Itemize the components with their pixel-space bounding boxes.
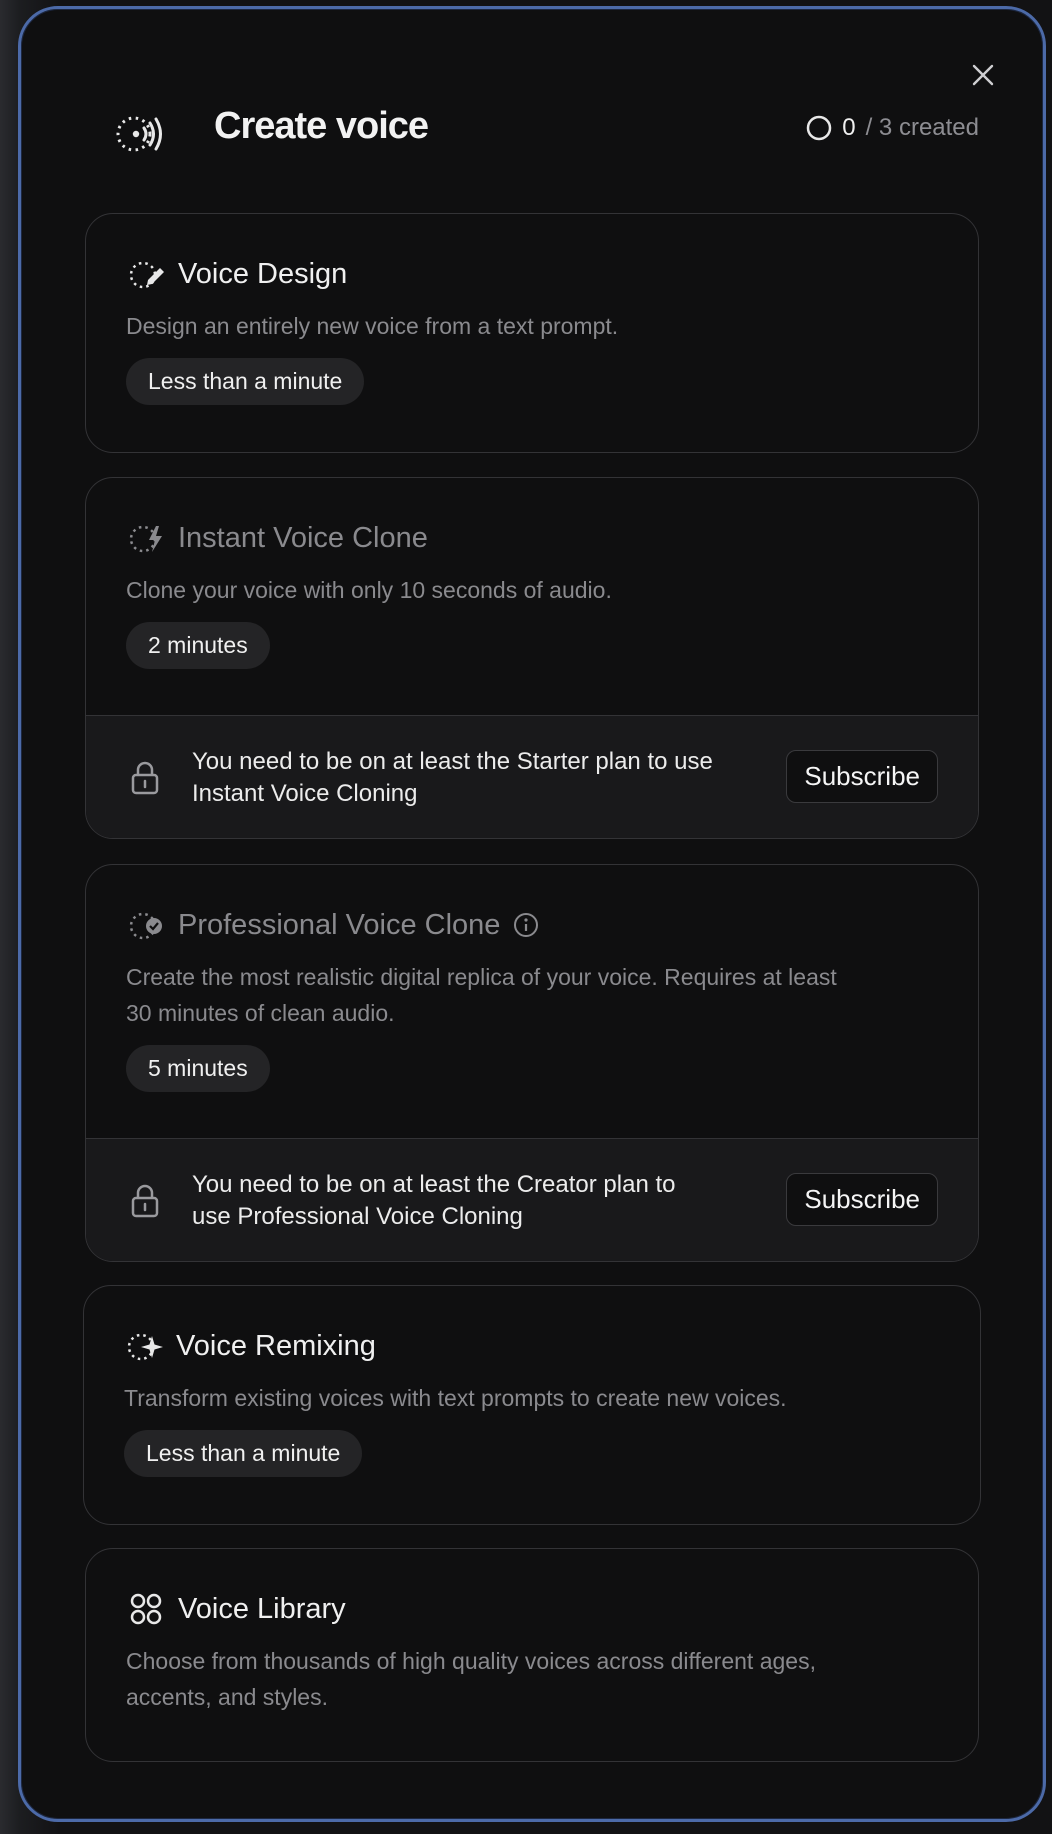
voice-library-description: Choose from thousands of high quality vo… bbox=[126, 1643, 938, 1715]
description-line2: accents, and styles. bbox=[126, 1684, 328, 1710]
professional-voice-clone-duration-badge: 5 minutes bbox=[126, 1045, 270, 1092]
professional-clone-upgrade-bar: You need to be on at least the Creator p… bbox=[86, 1138, 978, 1261]
page-title: Create voice bbox=[214, 105, 429, 147]
professional-clone-icon bbox=[126, 905, 166, 945]
professional-voice-clone-title: Professional Voice Clone bbox=[178, 908, 501, 941]
modal-header: Create voice 0 / 3 created bbox=[21, 9, 1043, 179]
subscribe-button[interactable]: Subscribe bbox=[786, 1173, 938, 1226]
lock-message-line2: use Professional Voice Cloning bbox=[192, 1203, 523, 1230]
description-line2: 30 minutes of clean audio. bbox=[126, 1000, 395, 1026]
subscribe-button[interactable]: Subscribe bbox=[786, 750, 938, 803]
counter-suffix: / 3 created bbox=[865, 114, 979, 141]
voice-remixing-card[interactable]: Voice Remixing Transform existing voices… bbox=[83, 1285, 981, 1525]
lock-message-line1: You need to be on at least the Creator p… bbox=[192, 1171, 676, 1198]
instant-clone-upgrade-bar: You need to be on at least the Starter p… bbox=[86, 715, 978, 838]
voice-remixing-icon bbox=[124, 1326, 164, 1366]
professional-voice-clone-description: Create the most realistic digital replic… bbox=[126, 959, 938, 1031]
voice-logo-icon bbox=[107, 99, 177, 169]
circle-icon bbox=[806, 115, 832, 141]
instant-voice-clone-card: Instant Voice Clone Clone your voice wit… bbox=[85, 477, 979, 839]
create-voice-modal: Create voice 0 / 3 created Voice Design … bbox=[18, 6, 1046, 1822]
info-icon[interactable] bbox=[512, 911, 540, 939]
voice-design-icon bbox=[126, 254, 166, 294]
professional-clone-lock-message: You need to be on at least the Creator p… bbox=[192, 1169, 762, 1233]
counter-value: 0 bbox=[842, 114, 856, 141]
description-line1: Choose from thousands of high quality vo… bbox=[126, 1648, 816, 1674]
instant-voice-clone-title: Instant Voice Clone bbox=[178, 521, 428, 554]
voice-design-title: Voice Design bbox=[178, 257, 348, 290]
voice-library-card[interactable]: Voice Library Choose from thousands of h… bbox=[85, 1548, 979, 1762]
voice-remixing-title: Voice Remixing bbox=[176, 1329, 376, 1362]
voice-design-description: Design an entirely new voice from a text… bbox=[126, 313, 619, 339]
instant-voice-clone-duration-badge: 2 minutes bbox=[126, 622, 270, 669]
instant-voice-clone-description: Clone your voice with only 10 seconds of… bbox=[126, 577, 612, 603]
voice-library-icon bbox=[126, 1589, 166, 1629]
lock-icon bbox=[130, 760, 160, 801]
voice-counter: 0 / 3 created bbox=[806, 114, 979, 142]
voice-remixing-description: Transform existing voices with text prom… bbox=[124, 1385, 787, 1411]
instant-clone-lock-message: You need to be on at least the Starter p… bbox=[192, 746, 762, 810]
professional-voice-clone-card: Professional Voice Clone Create the most… bbox=[85, 864, 979, 1262]
voice-remixing-duration-badge: Less than a minute bbox=[124, 1430, 363, 1477]
voice-design-duration-badge: Less than a minute bbox=[126, 358, 365, 405]
lock-message-line2: Instant Voice Cloning bbox=[192, 780, 418, 807]
voice-library-title: Voice Library bbox=[178, 1592, 346, 1625]
lock-message-line1: You need to be on at least the Starter p… bbox=[192, 748, 713, 775]
description-line1: Create the most realistic digital replic… bbox=[126, 964, 837, 990]
instant-clone-icon bbox=[126, 518, 166, 558]
lock-icon bbox=[130, 1183, 160, 1224]
voice-design-card[interactable]: Voice Design Design an entirely new voic… bbox=[85, 213, 979, 453]
